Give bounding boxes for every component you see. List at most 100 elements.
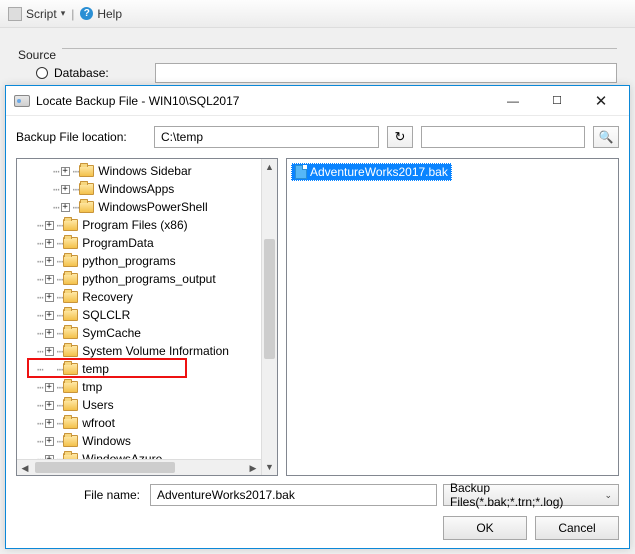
tree-node-label: WindowsApps — [98, 182, 174, 196]
tree-vscrollbar[interactable]: ▲ ▼ — [261, 159, 277, 475]
tree-guide: ⋯ — [37, 291, 43, 304]
expand-icon: + — [45, 293, 54, 302]
tree-node[interactable]: ⋯+⋯WindowsAzure — [17, 450, 261, 459]
file-list-pane[interactable]: AdventureWorks2017.bak — [286, 158, 619, 476]
ok-button[interactable]: OK — [443, 516, 527, 540]
tree-toggle[interactable]: + — [44, 418, 55, 429]
expand-icon: + — [45, 221, 54, 230]
cancel-label: Cancel — [558, 521, 595, 535]
maximize-button[interactable]: ☐ — [535, 87, 579, 115]
folder-icon — [63, 309, 78, 321]
scroll-left-icon[interactable]: ◀ — [17, 461, 33, 477]
tree-toggle[interactable]: + — [44, 238, 55, 249]
expand-icon: + — [45, 383, 54, 392]
expand-icon: + — [45, 329, 54, 338]
script-menu[interactable]: Script ▾ — [8, 7, 65, 21]
expand-icon: + — [61, 203, 70, 212]
file-item-selected[interactable]: AdventureWorks2017.bak — [291, 163, 452, 181]
tree-toggle[interactable]: + — [44, 256, 55, 267]
tree-node-label: Recovery — [82, 290, 133, 304]
tree-guide: ⋯ — [53, 201, 59, 214]
titlebar: Locate Backup File - WIN10\SQL2017 — ☐ ✕ — [6, 86, 629, 116]
tree-node[interactable]: ⋯+⋯Users — [17, 396, 261, 414]
filename-input[interactable] — [150, 484, 437, 506]
folder-icon — [63, 417, 78, 429]
tree-node[interactable]: ⋯⋯temp — [17, 360, 261, 378]
tree-toggle[interactable]: + — [44, 274, 55, 285]
scroll-up-icon[interactable]: ▲ — [262, 159, 277, 175]
tree-toggle[interactable]: + — [44, 346, 55, 357]
tree-node[interactable]: ⋯+⋯ProgramData — [17, 234, 261, 252]
expand-icon: + — [45, 347, 54, 356]
filetype-value: Backup Files(*.bak;*.trn;*.log) — [450, 481, 604, 509]
hscroll-thumb[interactable] — [35, 462, 175, 473]
folder-icon — [79, 183, 94, 195]
help-menu[interactable]: ? Help — [80, 7, 122, 21]
tree-guide: ⋯ — [57, 417, 63, 430]
tree-toggle[interactable]: + — [44, 436, 55, 447]
tree-guide: ⋯ — [57, 435, 63, 448]
search-button[interactable]: 🔍 — [593, 126, 619, 148]
dialog-title: Locate Backup File - WIN10\SQL2017 — [36, 94, 491, 108]
folder-icon — [63, 435, 78, 447]
tree-toggle[interactable]: + — [44, 382, 55, 393]
tree-node-label: WindowsPowerShell — [98, 200, 207, 214]
tree-node[interactable]: ⋯+⋯python_programs_output — [17, 270, 261, 288]
path-input[interactable] — [154, 126, 379, 148]
tree-node[interactable]: ⋯+⋯Recovery — [17, 288, 261, 306]
tree-node[interactable]: ⋯+⋯SymCache — [17, 324, 261, 342]
folder-icon — [63, 381, 78, 393]
folder-icon — [63, 345, 78, 357]
help-icon: ? — [80, 7, 93, 20]
database-select[interactable] — [155, 63, 617, 83]
cancel-button[interactable]: Cancel — [535, 516, 619, 540]
tree-toggle[interactable]: + — [44, 220, 55, 231]
tree-toggle[interactable]: + — [44, 328, 55, 339]
database-radio[interactable] — [36, 67, 48, 79]
tree-node[interactable]: ⋯+⋯wfroot — [17, 414, 261, 432]
tree-node[interactable]: ⋯+⋯Program Files (x86) — [17, 216, 261, 234]
tree-toggle[interactable]: + — [60, 202, 71, 213]
expand-icon: + — [45, 257, 54, 266]
scroll-right-icon[interactable]: ▶ — [245, 460, 261, 476]
tree-guide: ⋯ — [37, 345, 43, 358]
tree-toggle[interactable]: + — [44, 292, 55, 303]
tree-node[interactable]: ⋯+⋯Windows — [17, 432, 261, 450]
tree-toggle[interactable]: + — [60, 184, 71, 195]
tree-guide: ⋯ — [53, 183, 59, 196]
file-icon — [295, 165, 307, 179]
drive-icon — [14, 95, 30, 107]
tree-toggle[interactable]: + — [44, 400, 55, 411]
tree-hscrollbar[interactable]: ◀ ▶ — [17, 459, 261, 475]
tree-node-label: System Volume Information — [82, 344, 229, 358]
tree-guide: ⋯ — [73, 165, 79, 178]
location-label: Backup File location: — [16, 130, 146, 144]
scroll-down-icon[interactable]: ▼ — [262, 459, 277, 475]
scroll-thumb[interactable] — [264, 239, 275, 359]
tree-toggle[interactable]: + — [44, 310, 55, 321]
folder-tree-pane: ⋯+⋯Windows Sidebar⋯+⋯WindowsApps⋯+⋯Windo… — [16, 158, 278, 476]
filetype-select[interactable]: Backup Files(*.bak;*.trn;*.log) ⌄ — [443, 484, 619, 506]
tree-toggle[interactable]: + — [60, 166, 71, 177]
tree-node[interactable]: ⋯+⋯System Volume Information — [17, 342, 261, 360]
refresh-button[interactable]: ↻ — [387, 126, 413, 148]
search-input[interactable] — [421, 126, 585, 148]
tree-node[interactable]: ⋯+⋯python_programs — [17, 252, 261, 270]
tree-node[interactable]: ⋯+⋯WindowsApps — [17, 180, 261, 198]
tree-node[interactable]: ⋯+⋯Windows Sidebar — [17, 162, 261, 180]
tree-guide: ⋯ — [37, 417, 43, 430]
separator: | — [71, 7, 74, 21]
tree-node[interactable]: ⋯+⋯SQLCLR — [17, 306, 261, 324]
expand-icon: + — [45, 401, 54, 410]
folder-tree[interactable]: ⋯+⋯Windows Sidebar⋯+⋯WindowsApps⋯+⋯Windo… — [17, 159, 261, 459]
tree-node[interactable]: ⋯+⋯WindowsPowerShell — [17, 198, 261, 216]
tree-guide: ⋯ — [57, 381, 63, 394]
minimize-button[interactable]: — — [491, 87, 535, 115]
tree-toggle — [44, 364, 55, 375]
close-button[interactable]: ✕ — [579, 87, 623, 115]
tree-node[interactable]: ⋯+⋯tmp — [17, 378, 261, 396]
parent-toolbar: Script ▾ | ? Help — [0, 0, 635, 28]
tree-node-label: Windows Sidebar — [98, 164, 191, 178]
tree-node-label: SymCache — [82, 326, 141, 340]
chevron-down-icon: ▾ — [61, 8, 66, 19]
